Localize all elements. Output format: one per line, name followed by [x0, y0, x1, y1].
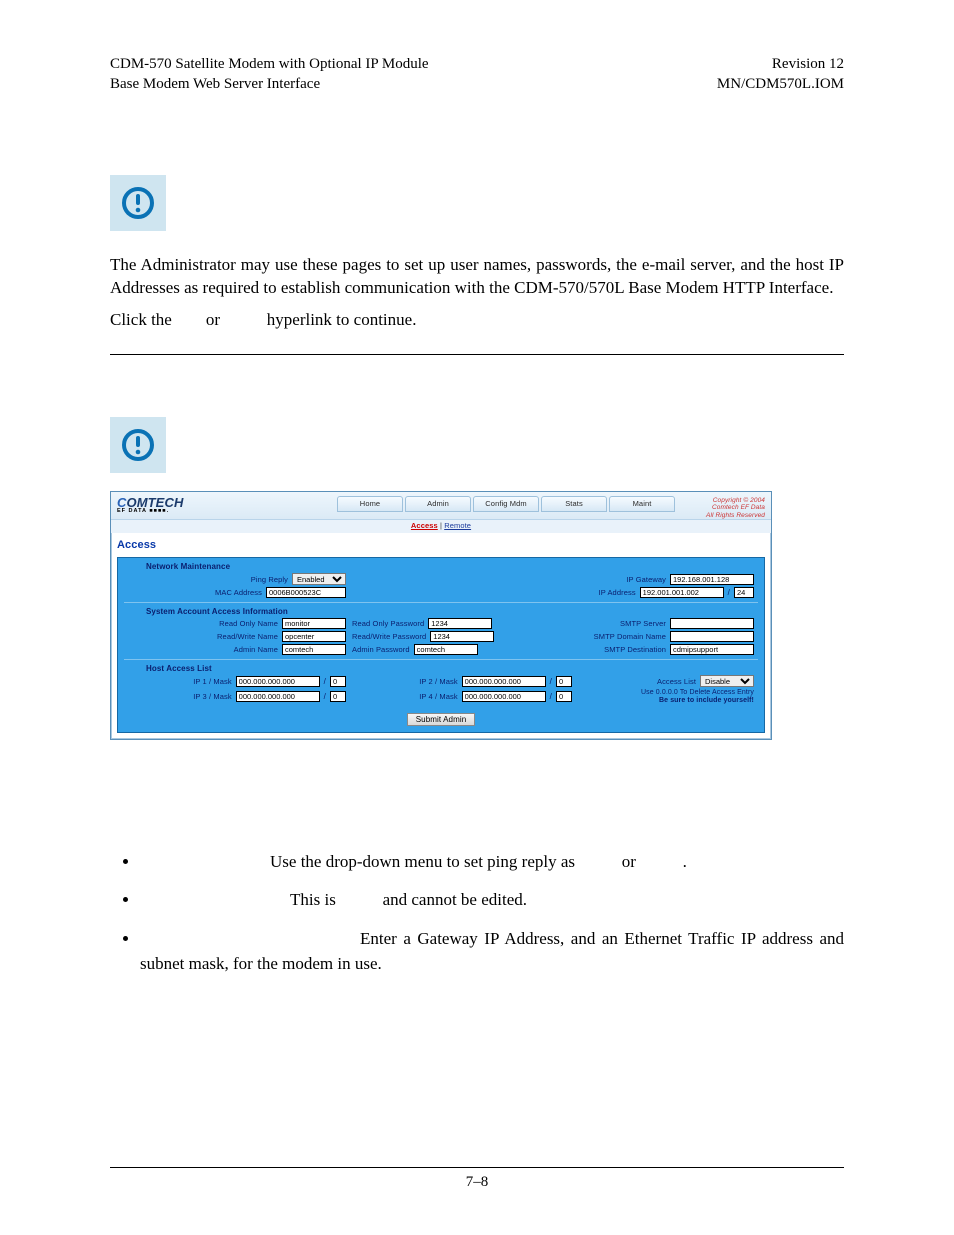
bullet-3a: Enter a Gateway IP Address, and an Ether… — [360, 929, 813, 948]
ip4-mask[interactable] — [556, 691, 572, 702]
host-note: Use 0.0.0.0 To Delete Access Entry Be su… — [578, 689, 754, 704]
bullet-1c: . — [683, 852, 687, 871]
hdr-title-line2: Base Modem Web Server Interface — [110, 74, 429, 94]
intro-para-1: The Administrator may use these pages to… — [110, 253, 844, 301]
sub-nav: Access | Remote — [111, 520, 771, 533]
read-write-name-input[interactable] — [282, 631, 346, 642]
smtp-domain-input[interactable] — [670, 631, 754, 642]
notice-icon-2 — [110, 417, 166, 473]
intro-para-2b: or — [206, 310, 220, 329]
ip1-mask[interactable] — [330, 676, 346, 687]
ip2-input[interactable] — [462, 676, 546, 687]
ip-address-input[interactable] — [640, 587, 724, 598]
ip2-mask[interactable] — [556, 676, 572, 687]
mac-address-input — [266, 587, 346, 598]
ip1-input[interactable] — [236, 676, 320, 687]
intro-para-2a: Click the — [110, 310, 172, 329]
hdr-docid: MN/CDM570L.IOM — [717, 74, 844, 94]
ping-reply-select[interactable]: Enabled — [292, 573, 346, 585]
admin-password-input[interactable] — [414, 644, 478, 655]
notice-icon — [110, 175, 166, 231]
tab-maint[interactable]: Maint — [609, 496, 675, 512]
sect-system-account: System Account Access Information — [124, 602, 758, 618]
submit-admin-button[interactable]: Submit Admin — [407, 713, 476, 726]
tab-stats[interactable]: Stats — [541, 496, 607, 512]
sect-host-access: Host Access List — [124, 659, 758, 675]
tab-home[interactable]: Home — [337, 496, 403, 512]
admin-access-app: COMTECH EF DATA ■■■■. Home Admin Config … — [110, 491, 772, 740]
sect-network-maintenance: Network Maintenance — [124, 558, 758, 573]
intro-para-2c: hyperlink to continue. — [267, 310, 417, 329]
ip-gateway-input[interactable] — [670, 574, 754, 585]
bullet-2a: This is — [290, 890, 336, 909]
read-only-name-input[interactable] — [282, 618, 346, 629]
bullet-1a: Use the drop-down menu to set ping reply… — [270, 852, 575, 871]
nav-tabs: Home Admin Config Mdm Stats Maint — [337, 496, 677, 512]
ip3-mask[interactable] — [330, 691, 346, 702]
copyright-block: Copyright © 2004 Comtech EF Data All Rig… — [683, 496, 765, 519]
hdr-rev: Revision 12 — [717, 54, 844, 74]
tab-config-mdm[interactable]: Config Mdm — [473, 496, 539, 512]
page-title: Access — [111, 533, 771, 557]
ip4-input[interactable] — [462, 691, 546, 702]
admin-name-input[interactable] — [282, 644, 346, 655]
brand-logo: COMTECH EF DATA ■■■■. — [117, 496, 183, 515]
page-number: 7–8 — [466, 1174, 489, 1190]
brand-subtitle: EF DATA ■■■■. — [117, 509, 183, 515]
subnav-remote[interactable]: Remote — [444, 521, 471, 530]
read-write-password-input[interactable] — [430, 631, 494, 642]
tab-admin[interactable]: Admin — [405, 496, 471, 512]
ip-mask-input[interactable] — [734, 587, 754, 598]
hdr-title-line1: CDM-570 Satellite Modem with Optional IP… — [110, 54, 429, 74]
bullet-1b: or — [622, 852, 636, 871]
ip3-input[interactable] — [236, 691, 320, 702]
bullet-2b: and cannot be edited. — [383, 890, 527, 909]
smtp-server-input[interactable] — [670, 618, 754, 629]
subnav-access[interactable]: Access — [411, 521, 438, 530]
smtp-destination-input[interactable] — [670, 644, 754, 655]
access-list-select[interactable]: Disable — [700, 675, 754, 687]
read-only-password-input[interactable] — [428, 618, 492, 629]
